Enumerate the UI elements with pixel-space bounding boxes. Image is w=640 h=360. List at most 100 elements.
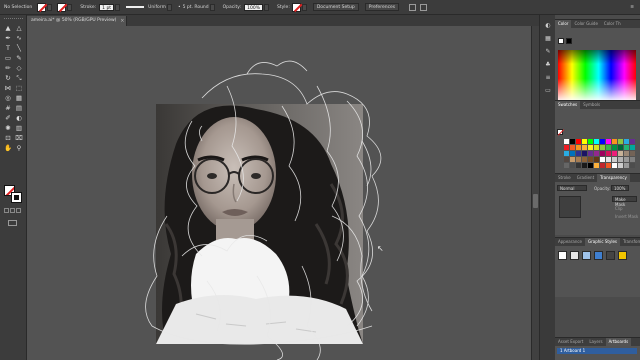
color-swatch[interactable] xyxy=(630,151,635,156)
color-swatch[interactable] xyxy=(624,151,629,156)
color-swatch[interactable] xyxy=(588,163,593,168)
graphic-style-swatch[interactable] xyxy=(606,251,615,260)
color-fill-swatch[interactable] xyxy=(558,38,564,44)
graphic-styles-tab-1[interactable]: Graphic Styles xyxy=(585,238,621,246)
fill-swatch[interactable] xyxy=(37,2,47,12)
color-swatch[interactable] xyxy=(612,151,617,156)
color-swatch[interactable] xyxy=(630,139,635,144)
stroke-swatch[interactable] xyxy=(57,2,67,12)
artboard[interactable] xyxy=(156,104,363,344)
variable-width-profile[interactable] xyxy=(126,6,145,8)
artboard-list-item[interactable]: 1 Artboard 1 xyxy=(557,348,637,354)
transparency-tab-1[interactable]: Gradient xyxy=(574,174,597,182)
eyedropper-tool-icon[interactable]: ✐ xyxy=(3,113,13,123)
column-graph-tool-icon[interactable]: ▥ xyxy=(14,123,24,133)
perspective-grid-tool-icon[interactable]: ▦ xyxy=(14,93,24,103)
align-icon[interactable] xyxy=(420,3,428,11)
transparency-tab-0[interactable]: Stroke xyxy=(555,174,574,182)
color-swatch[interactable] xyxy=(630,163,635,168)
stroke-box[interactable] xyxy=(11,192,22,203)
line-segment-tool-icon[interactable]: ╲ xyxy=(14,43,24,53)
graphic-style-swatch[interactable] xyxy=(618,251,627,260)
color-swatch[interactable] xyxy=(576,139,581,144)
zoom-tool-icon[interactable]: ⚲ xyxy=(14,143,24,153)
color-swatch[interactable] xyxy=(600,139,605,144)
color-swatch[interactable] xyxy=(600,151,605,156)
pencil-tool-icon[interactable]: ✏ xyxy=(3,63,13,73)
color-swatch[interactable] xyxy=(576,151,581,156)
screen-mode-icon[interactable] xyxy=(8,220,17,226)
arrange-icon[interactable] xyxy=(409,3,417,11)
color-swatch[interactable] xyxy=(564,145,569,150)
color-swatch[interactable] xyxy=(570,151,575,156)
color-swatch[interactable] xyxy=(618,157,623,162)
panel-grip[interactable] xyxy=(4,18,23,20)
opacity-label[interactable]: Opacity: xyxy=(223,5,242,10)
none-swatch[interactable] xyxy=(557,129,563,135)
color-tab-0[interactable]: Color xyxy=(555,20,572,28)
color-swatch[interactable] xyxy=(630,157,635,162)
color-swatch[interactable] xyxy=(624,163,629,168)
graphic-style-swatch[interactable] xyxy=(570,251,579,260)
artboard-tool-icon[interactable]: ⊡ xyxy=(3,133,13,143)
stroke-dropdown[interactable] xyxy=(67,3,73,11)
color-spectrum-picker[interactable] xyxy=(558,50,636,102)
color-swatch[interactable] xyxy=(612,139,617,144)
color-swatch[interactable] xyxy=(582,139,587,144)
brush-definition[interactable]: 5 pt. Round xyxy=(183,5,209,10)
opacity-field[interactable]: 100% xyxy=(244,3,264,11)
fill-dropdown[interactable] xyxy=(47,3,53,11)
close-icon[interactable]: × xyxy=(120,16,124,26)
gradient-panel-icon[interactable]: ▭ xyxy=(544,86,552,94)
graphic-style-swatch[interactable] xyxy=(594,251,603,260)
graphic-styles-tab-0[interactable]: Appearance xyxy=(555,238,585,246)
clip-checkbox[interactable]: Clip xyxy=(615,206,623,211)
vertical-scrollbar[interactable] xyxy=(531,26,539,360)
color-swatch[interactable] xyxy=(582,163,587,168)
color-swatch[interactable] xyxy=(588,145,593,150)
artboards-tab-0[interactable]: Asset Export xyxy=(555,338,586,346)
swatches-tab-0[interactable]: Swatches xyxy=(555,101,581,109)
profile-dropdown[interactable] xyxy=(166,3,172,11)
mesh-tool-icon[interactable]: # xyxy=(3,103,13,113)
scrollbar-thumb[interactable] xyxy=(533,194,538,208)
color-swatch[interactable] xyxy=(576,157,581,162)
hand-tool-icon[interactable]: ✋ xyxy=(3,143,13,153)
color-swatch[interactable] xyxy=(588,139,593,144)
type-tool-icon[interactable]: T xyxy=(3,43,13,53)
color-swatch[interactable] xyxy=(606,163,611,168)
color-swatch[interactable] xyxy=(600,145,605,150)
color-swatch[interactable] xyxy=(612,163,617,168)
selection-tool-icon[interactable]: ▲ xyxy=(3,23,13,33)
style-dropdown[interactable] xyxy=(301,3,307,11)
color-swatch[interactable] xyxy=(594,151,599,156)
none-mode-icon[interactable] xyxy=(16,208,21,213)
swatches-tab-1[interactable]: Symbols xyxy=(580,101,603,109)
color-mode-icon[interactable] xyxy=(4,208,9,213)
fill-stroke-widget[interactable] xyxy=(4,185,24,205)
color-swatch[interactable] xyxy=(564,139,569,144)
artboards-tab-2[interactable]: Artboards xyxy=(605,338,632,346)
blend-mode-dropdown[interactable]: Normal xyxy=(557,185,587,191)
color-swatch[interactable] xyxy=(624,139,629,144)
color-swatch[interactable] xyxy=(570,145,575,150)
paintbrush-tool-icon[interactable]: ✎ xyxy=(14,53,24,63)
width-tool-icon[interactable]: ⋈ xyxy=(3,83,13,93)
profile-label[interactable]: Uniform xyxy=(148,5,166,10)
curvature-tool-icon[interactable]: ∿ xyxy=(14,33,24,43)
opacity-dropdown[interactable] xyxy=(264,3,270,11)
color-swatch[interactable] xyxy=(600,163,605,168)
color-swatch[interactable] xyxy=(594,157,599,162)
color-swatch[interactable] xyxy=(588,157,593,162)
color-swatch[interactable] xyxy=(594,145,599,150)
color-stroke-swatch[interactable] xyxy=(566,38,572,44)
stroke-weight-dropdown[interactable] xyxy=(115,3,121,11)
symbol-sprayer-tool-icon[interactable]: ✺ xyxy=(3,123,13,133)
color-swatch[interactable] xyxy=(624,157,629,162)
graphic-styles-tab-2[interactable]: Transform xyxy=(620,238,640,246)
transparency-opacity-field[interactable]: 100% xyxy=(611,185,629,191)
stroke-weight-field[interactable]: 1 pt xyxy=(99,3,115,11)
shape-builder-tool-icon[interactable]: ◎ xyxy=(3,93,13,103)
color-swatch[interactable] xyxy=(576,163,581,168)
make-mask-button[interactable]: Make Mask xyxy=(612,196,637,207)
